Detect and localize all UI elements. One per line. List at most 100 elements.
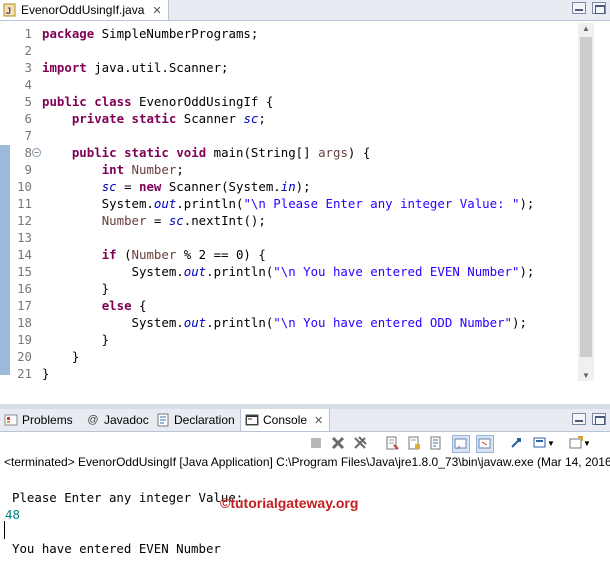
code-line[interactable]: 15 System.out.println("\n You have enter… [0, 263, 595, 280]
text-caret [4, 521, 5, 539]
code-line[interactable]: 20 } [0, 348, 595, 365]
problems-icon [4, 413, 18, 427]
code-line[interactable]: 12 Number = sc.nextInt(); [0, 212, 595, 229]
code-text: else { [101, 298, 147, 313]
svg-text:J: J [6, 6, 11, 16]
line-number: 10 [17, 179, 32, 194]
scroll-lock-icon[interactable] [406, 435, 422, 451]
scroll-up-arrow-icon[interactable]: ▲ [582, 24, 590, 33]
code-line[interactable]: 21} [0, 365, 595, 382]
line-number: 20 [17, 349, 32, 364]
code-line[interactable]: 13 [0, 229, 595, 246]
editor-tab-bar: J EvenorOddUsingIf.java ✕ [0, 0, 610, 21]
declaration-icon [156, 413, 170, 427]
console-output[interactable]: Please Enter any integer Value: 48 You h… [0, 474, 610, 562]
line-number: 9 [24, 162, 32, 177]
line-number: 1 [24, 26, 32, 41]
line-number: 5 [24, 94, 32, 109]
line-number: 21 [17, 366, 32, 381]
clear-console-icon[interactable] [384, 435, 400, 451]
code-text: import java.util.Scanner; [42, 60, 229, 75]
code-editor[interactable]: 1 package SimpleNumberPrograms; 2 3 import j… [0, 21, 610, 404]
code-line[interactable]: 7 [0, 127, 595, 144]
code-line[interactable]: 19 } [0, 331, 595, 348]
code-text: } [42, 281, 110, 296]
close-icon[interactable]: ✕ [314, 414, 323, 427]
line-number: 14 [17, 247, 32, 262]
tab-declaration[interactable]: Declaration [156, 409, 235, 431]
line-number: 8 [24, 145, 32, 160]
code-text: int Number; [101, 162, 184, 177]
editor-vertical-scrollbar[interactable]: ▲ ▼ [578, 23, 594, 381]
line-number: 16 [17, 281, 32, 296]
code-line[interactable]: 17 else { [0, 297, 595, 314]
code-line[interactable]: 8− public static void main(String[] args… [0, 144, 595, 161]
code-line[interactable]: 10 sc = new Scanner(System.in); [0, 178, 595, 195]
code-text: public class EvenorOddUsingIf { [42, 94, 274, 109]
terminate-icon[interactable] [308, 435, 324, 451]
code-text: } [42, 349, 80, 364]
editor-tab-evenoroddusingif[interactable]: J EvenorOddUsingIf.java ✕ [0, 0, 169, 20]
scrollbar-thumb[interactable] [580, 37, 592, 357]
line-number: 3 [24, 60, 32, 75]
javadoc-icon: @ [87, 414, 99, 426]
close-icon[interactable]: ✕ [152, 4, 161, 17]
code-line[interactable]: 11 System.out.println("\n Please Enter a… [0, 195, 595, 212]
code-line[interactable]: 1 package SimpleNumberPrograms; [0, 25, 595, 42]
code-line[interactable]: 4 [0, 76, 595, 93]
code-text: System.out.println("\n You have entered … [42, 264, 535, 279]
code-text: Number = sc.nextInt(); [101, 213, 266, 228]
tab-javadoc[interactable]: @ Javadoc [86, 409, 149, 431]
console-icon [245, 413, 259, 427]
terminated-status-line: <terminated> EvenorOddUsingIf [Java Appl… [4, 455, 610, 469]
scroll-down-arrow-icon[interactable]: ▼ [582, 371, 590, 380]
tab-problems-label: Problems [22, 413, 73, 427]
code-text: System.out.println("\n You have entered … [42, 315, 527, 330]
line-number: 12 [17, 213, 32, 228]
tab-problems[interactable]: Problems [4, 409, 73, 431]
line-number: 13 [17, 230, 32, 245]
console-toolbar: ▼ ▼ [0, 432, 610, 454]
show-on-stdout-icon[interactable] [452, 435, 470, 453]
watermark: ©tutorialgateway.org [220, 495, 359, 511]
editor-tab-label: EvenorOddUsingIf.java [21, 3, 145, 17]
tab-console-label: Console [263, 413, 308, 427]
remove-all-terminated-icon[interactable] [352, 435, 368, 451]
code-text: public static void main(String[] args) { [71, 145, 371, 160]
minimize-button[interactable] [572, 413, 586, 425]
word-wrap-icon[interactable] [428, 435, 444, 451]
line-number: 2 [24, 43, 32, 58]
line-number: 7 [24, 128, 32, 143]
code-text: } [42, 332, 110, 347]
tab-javadoc-label: Javadoc [104, 413, 149, 427]
minimize-button[interactable] [572, 2, 586, 14]
show-on-stderr-icon[interactable] [476, 435, 494, 453]
code-text: sc = new Scanner(System.in); [101, 179, 311, 194]
maximize-button[interactable] [592, 2, 606, 14]
line-number: 15 [17, 264, 32, 279]
code-line[interactable]: 16 } [0, 280, 595, 297]
code-line[interactable]: 14 if (Number % 2 == 0) { [0, 246, 595, 263]
console-output-prompt: Please Enter any integer Value: [12, 490, 244, 505]
code-line[interactable]: 6 private static Scanner sc; [0, 110, 595, 127]
code-text: package SimpleNumberPrograms; [42, 26, 259, 41]
code-line[interactable]: 9 int Number; [0, 161, 595, 178]
code-line[interactable]: 3 import java.util.Scanner; [0, 59, 595, 76]
line-number: 11 [17, 196, 32, 211]
code-line[interactable]: 5 public class EvenorOddUsingIf { [0, 93, 595, 110]
chevron-down-icon[interactable]: ▼ [546, 435, 556, 451]
code-text: if (Number % 2 == 0) { [101, 247, 266, 262]
fold-toggle-icon[interactable]: − [32, 148, 41, 157]
line-number: 6 [24, 111, 32, 126]
chevron-down-icon[interactable]: ▼ [582, 435, 592, 451]
maximize-button[interactable] [592, 413, 606, 425]
line-number: 4 [24, 77, 32, 92]
tab-console[interactable]: Console ✕ [240, 409, 331, 431]
code-line[interactable]: 2 [0, 42, 595, 59]
pin-console-icon[interactable] [508, 435, 524, 451]
code-line[interactable]: 18 System.out.println("\n You have enter… [0, 314, 595, 331]
java-file-icon: J [3, 3, 17, 17]
tab-declaration-label: Declaration [174, 413, 235, 427]
remove-launch-icon[interactable] [330, 435, 346, 451]
code-text: } [42, 366, 50, 381]
